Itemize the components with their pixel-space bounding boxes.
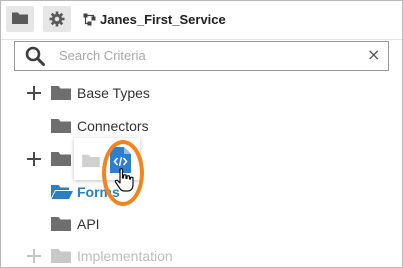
folder-icon bbox=[82, 154, 100, 168]
expand-plus-icon[interactable] bbox=[27, 152, 41, 166]
tree-item-label: Implementation bbox=[77, 248, 173, 264]
folder-icon bbox=[51, 86, 71, 100]
project-explorer-panel: Janes_First_Service × Base Types Connect… bbox=[0, 0, 403, 268]
search-icon bbox=[25, 46, 45, 66]
search-input[interactable] bbox=[59, 45, 349, 65]
folder-view-button[interactable] bbox=[6, 6, 34, 32]
tree-item-forms[interactable]: Forms bbox=[1, 182, 401, 202]
folder-icon bbox=[51, 217, 71, 231]
tree-item-label: Base Types bbox=[77, 85, 150, 101]
tree-item-label: Connectors bbox=[77, 118, 149, 134]
gear-icon bbox=[49, 11, 65, 27]
service-icon bbox=[83, 13, 96, 26]
clear-search-icon[interactable]: × bbox=[367, 46, 380, 64]
tree-item-api[interactable]: API bbox=[1, 214, 401, 234]
service-name: Janes_First_Service bbox=[100, 12, 226, 27]
tree-item-connectors[interactable]: Connectors bbox=[1, 116, 401, 136]
search-box: × bbox=[14, 41, 389, 71]
folder-icon bbox=[12, 12, 28, 24]
tree-item-base-types[interactable]: Base Types bbox=[1, 83, 401, 103]
hand-pointer-cursor bbox=[114, 168, 134, 192]
toolbar: Janes_First_Service bbox=[1, 1, 402, 40]
expand-plus-icon[interactable] bbox=[27, 86, 41, 100]
expand-plus-icon[interactable] bbox=[27, 249, 41, 263]
settings-button[interactable] bbox=[43, 6, 71, 32]
folder-icon bbox=[51, 249, 71, 263]
tree-item-folder[interactable] bbox=[1, 149, 401, 169]
folder-icon bbox=[51, 119, 71, 133]
folder-icon bbox=[51, 152, 71, 166]
open-folder-icon bbox=[51, 185, 73, 199]
tree-item-label: API bbox=[77, 216, 100, 232]
tree-item-implementation[interactable]: Implementation bbox=[1, 246, 401, 266]
